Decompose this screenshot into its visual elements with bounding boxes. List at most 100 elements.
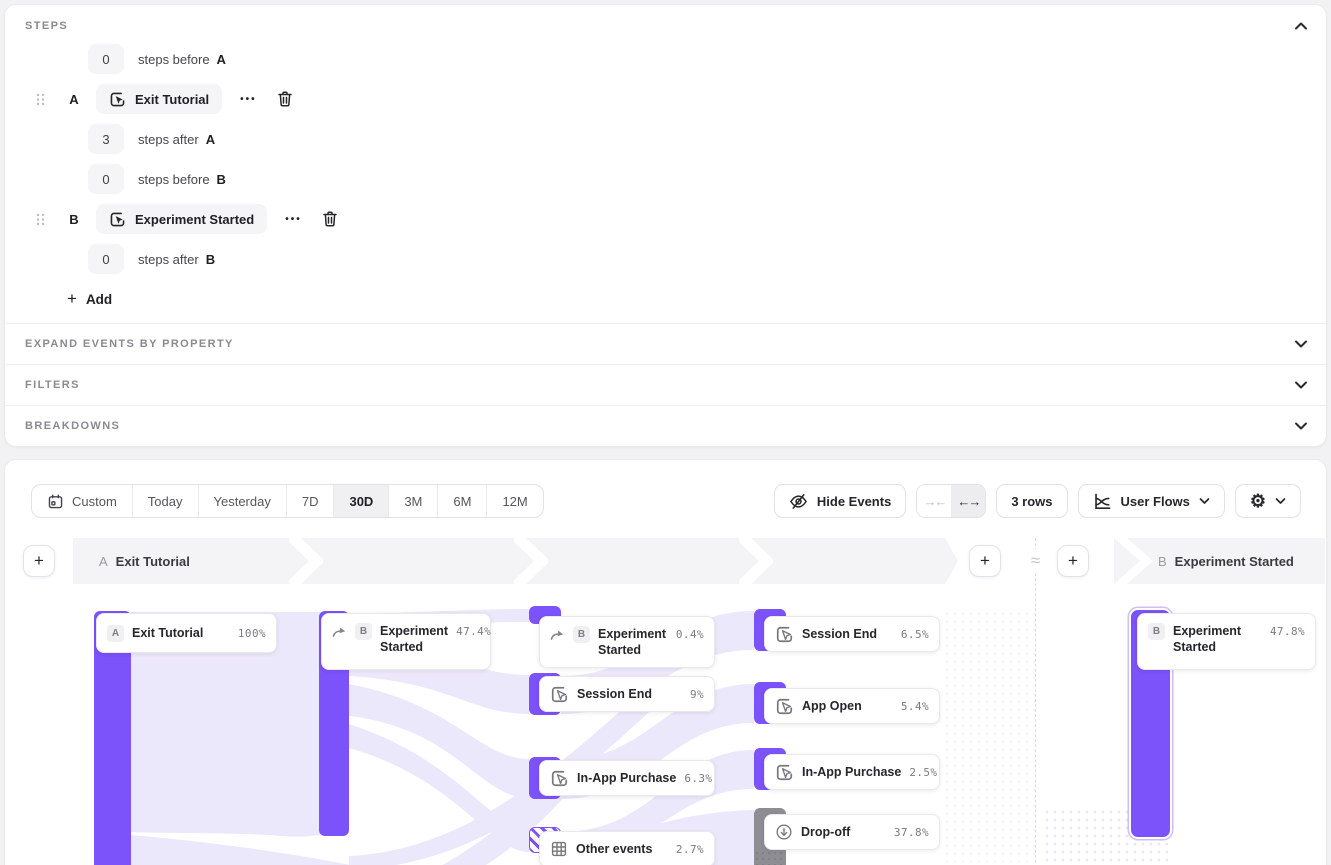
section-expand-events[interactable]: EXPAND EVENTS BY PROPERTY <box>5 323 1326 364</box>
step-letter-badge: A <box>107 625 124 642</box>
node-percent: 6.5% <box>901 628 929 641</box>
chevron-up-icon[interactable] <box>1294 21 1308 31</box>
node-percent: 47.8% <box>1270 625 1305 638</box>
event-icon <box>550 685 569 704</box>
date-range-30d[interactable]: 30D <box>333 485 388 517</box>
step-a-event-button[interactable]: Exit Tutorial <box>96 84 222 114</box>
user-flows-page: STEPS 0 steps before A A Exi <box>0 0 1331 865</box>
node-card-app-open-54[interactable]: App Open 5.4% <box>764 688 940 724</box>
calendar-icon <box>47 493 64 510</box>
step-a-header-band: A Exit Tutorial <box>73 538 958 584</box>
steps-before-b-stepper[interactable]: 0 <box>88 164 124 194</box>
band-a-text: A Exit Tutorial <box>99 538 190 584</box>
row-zoom-control: →← ←→ <box>916 484 986 518</box>
drag-handle-icon[interactable] <box>36 213 45 226</box>
step-b-more-button[interactable]: ••• <box>285 214 302 225</box>
gear-icon: ⚙ <box>1250 492 1266 510</box>
band-chevron-separator <box>289 538 323 584</box>
band-a-title: Exit Tutorial <box>116 554 190 569</box>
section-filters[interactable]: FILTERS <box>5 364 1326 405</box>
node-card-session-end-65[interactable]: Session End 6.5% <box>764 616 940 652</box>
flow-canvas: + A Exit Tutorial + ≈ + B <box>5 460 1326 865</box>
steps-title: STEPS <box>25 20 68 32</box>
step-a-delete-button[interactable] <box>277 90 293 108</box>
step-letter-badge: B <box>573 626 590 643</box>
repeat-arrow-icon <box>332 626 347 637</box>
band-b-title: Experiment Started <box>1175 554 1294 569</box>
date-range-yesterday[interactable]: Yesterday <box>198 485 286 517</box>
add-step-after-a-button[interactable]: + <box>969 545 1001 577</box>
step-b-event-button[interactable]: Experiment Started <box>96 204 267 234</box>
date-range-7d[interactable]: 7D <box>286 485 334 517</box>
date-range-today[interactable]: Today <box>132 485 198 517</box>
hide-events-button[interactable]: Hide Events <box>774 484 906 518</box>
node-title: Other events <box>576 841 652 857</box>
collapse-rows-button[interactable]: →← <box>917 485 951 517</box>
steps-after-b-stepper[interactable]: 0 <box>88 244 124 274</box>
date-range-12m[interactable]: 12M <box>486 485 542 517</box>
chevron-down-icon <box>1294 339 1308 349</box>
date-range-3m[interactable]: 3M <box>388 485 437 517</box>
steps-after-a-stepper[interactable]: 3 <box>88 124 124 154</box>
add-step-label: Add <box>86 292 112 307</box>
date-range-custom-label: Custom <box>72 494 117 509</box>
step-b-delete-button[interactable] <box>322 210 338 228</box>
node-title: App Open <box>802 698 862 714</box>
node-card-experiment-started-47[interactable]: B Experiment Started 47.4% <box>321 613 491 670</box>
date-range-custom[interactable]: Custom <box>32 485 132 517</box>
drop-off-icon <box>775 823 793 841</box>
section-breakdowns[interactable]: BREAKDOWNS <box>5 405 1326 446</box>
add-step-before-b-button[interactable]: + <box>1057 545 1089 577</box>
flow-break-symbol: ≈ <box>1024 549 1047 573</box>
expand-rows-button[interactable]: ←→ <box>951 485 985 517</box>
chevron-down-icon <box>1294 380 1308 390</box>
steps-after-b-label: steps after <box>138 252 199 267</box>
rows-count-button[interactable]: 3 rows <box>996 484 1067 518</box>
node-card-other-events-27[interactable]: Other events 2.7% <box>539 831 715 865</box>
steps-before-a-row: 0 steps before A <box>88 44 1326 74</box>
node-card-in-app-purchase-25[interactable]: In-App Purchase 2.5% <box>764 754 940 790</box>
drag-handle-icon[interactable] <box>36 93 45 106</box>
steps-after-a-row: 3 steps after A <box>88 124 1326 154</box>
node-title: Session End <box>802 626 877 642</box>
node-percent: 6.3% <box>684 772 712 785</box>
band-chevron-separator <box>514 538 548 584</box>
date-range-6m[interactable]: 6M <box>437 485 486 517</box>
node-card-experiment-started-478[interactable]: B Experiment Started 47.8% <box>1137 613 1316 670</box>
node-card-exit-tutorial[interactable]: A Exit Tutorial 100% <box>96 613 277 653</box>
node-title: Drop-off <box>801 824 850 840</box>
node-title: Experiment Started <box>598 626 668 659</box>
step-letter-badge: B <box>1148 623 1165 640</box>
view-type-label: User Flows <box>1121 494 1190 509</box>
collapsed-sections: EXPAND EVENTS BY PROPERTY FILTERS BREAKD… <box>5 323 1326 446</box>
view-type-dropdown[interactable]: User Flows <box>1078 484 1225 518</box>
node-percent: 5.4% <box>901 700 929 713</box>
step-b-letter: B <box>68 212 80 227</box>
steps-before-a-label: steps before <box>138 52 210 67</box>
steps-panel: STEPS 0 steps before A A Exi <box>4 4 1327 447</box>
settings-dropdown[interactable]: ⚙ <box>1235 484 1301 518</box>
add-column-left-button[interactable]: + <box>23 545 55 577</box>
steps-before-b-ref: B <box>217 172 226 187</box>
add-step-button[interactable]: + Add <box>67 284 1326 314</box>
node-card-in-app-purchase-63[interactable]: In-App Purchase 6.3% <box>539 760 715 796</box>
band-b-text: B Experiment Started <box>1158 538 1294 584</box>
event-icon <box>775 763 794 782</box>
event-icon <box>109 211 126 228</box>
hide-events-label: Hide Events <box>817 494 891 509</box>
steps-header[interactable]: STEPS <box>5 5 1326 40</box>
repeat-arrow-icon <box>550 629 565 640</box>
flows-report-card: Custom Today Yesterday 7D 30D 3M 6M 12M … <box>4 459 1327 865</box>
band-chevron-separator <box>739 538 773 584</box>
steps-rows: 0 steps before A A Exit Tutorial ••• <box>5 40 1326 314</box>
node-card-session-end-9[interactable]: Session End 9% <box>539 676 715 712</box>
chevron-down-icon <box>1294 421 1308 431</box>
toolbar-right-group: Hide Events →← ←→ 3 rows User Flows ⚙ <box>774 484 1301 518</box>
event-icon <box>775 625 794 644</box>
node-card-experiment-started-04[interactable]: B Experiment Started 0.4% <box>539 616 715 668</box>
node-card-drop-off-378[interactable]: Drop-off 37.8% <box>764 814 940 850</box>
step-a-more-button[interactable]: ••• <box>240 94 257 105</box>
section-expand-events-label: EXPAND EVENTS BY PROPERTY <box>25 338 234 350</box>
node-percent: 2.7% <box>676 843 704 856</box>
steps-before-a-stepper[interactable]: 0 <box>88 44 124 74</box>
